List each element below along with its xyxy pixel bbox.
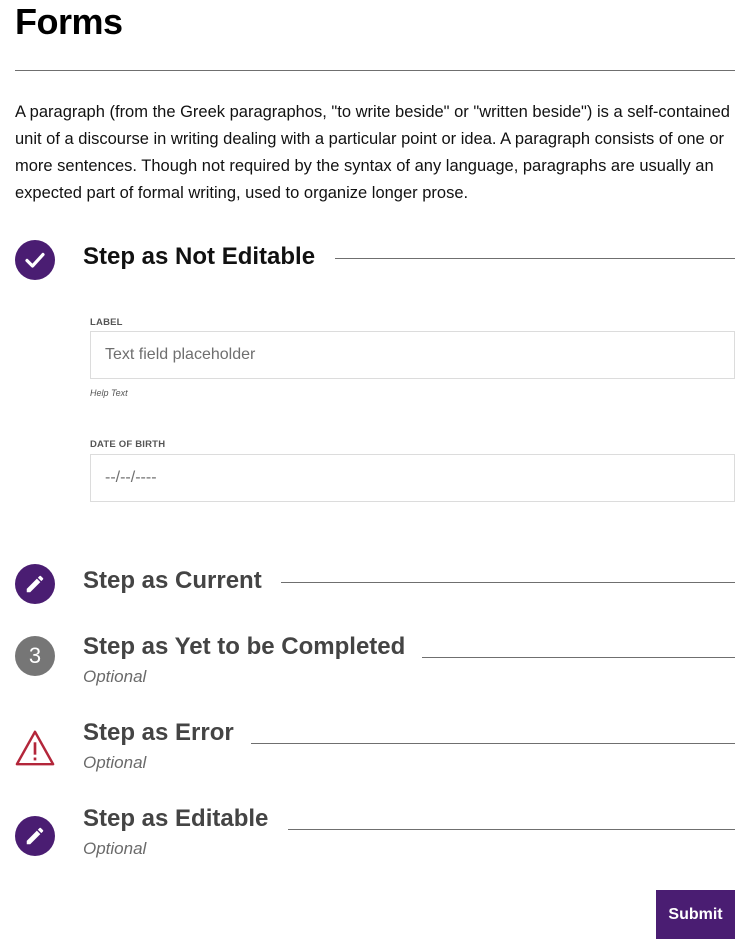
date-of-birth-label: DATE OF BIRTH xyxy=(90,439,166,450)
step-divider xyxy=(335,258,735,259)
step-optional-label: Optional xyxy=(83,839,147,858)
text-field-label: LABEL xyxy=(90,317,123,328)
warning-icon xyxy=(15,728,55,768)
pencil-icon xyxy=(15,564,55,604)
step-number-icon: 3 xyxy=(15,636,55,676)
pencil-icon xyxy=(15,816,55,856)
intro-paragraph: A paragraph (from the Greek paragraphos,… xyxy=(15,103,730,202)
text-field-input[interactable] xyxy=(90,331,735,379)
check-icon xyxy=(15,240,55,280)
step-title: Step as Not Editable xyxy=(83,243,316,270)
step-divider xyxy=(251,743,735,744)
date-of-birth-input[interactable] xyxy=(90,454,735,502)
step-title: Step as Editable xyxy=(83,805,269,832)
step-title: Step as Yet to be Completed xyxy=(83,633,406,660)
step-optional-label: Optional xyxy=(83,667,147,686)
step-title: Step as Current xyxy=(83,567,262,594)
step-divider xyxy=(288,829,735,830)
title-divider xyxy=(15,70,735,71)
submit-button[interactable]: Submit xyxy=(656,890,735,939)
step-title: Step as Error xyxy=(83,719,234,746)
step-divider xyxy=(422,657,735,658)
step-optional-label: Optional xyxy=(83,753,147,772)
step-number: 3 xyxy=(28,643,42,668)
step-divider xyxy=(281,582,735,583)
help-text: Help Text xyxy=(90,388,128,398)
page-title: Forms xyxy=(15,1,123,42)
